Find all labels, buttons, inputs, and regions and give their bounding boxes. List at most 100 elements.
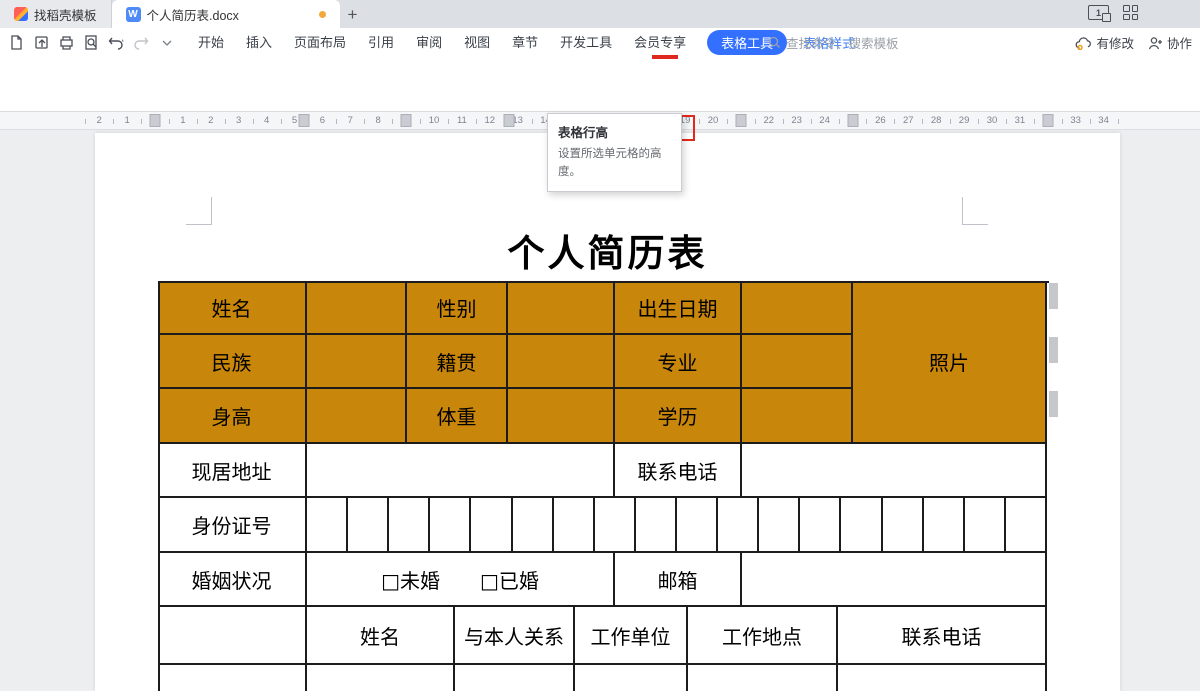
- id-digit-cell[interactable]: [554, 498, 595, 553]
- table-cell[interactable]: [838, 665, 1047, 691]
- ruler-column-marker[interactable]: [847, 114, 858, 127]
- id-digit-cell[interactable]: [471, 498, 513, 553]
- cloud-sync-status[interactable]: 有修改: [1075, 33, 1134, 52]
- table-cell-label[interactable]: 籍贯: [407, 335, 508, 389]
- id-digit-cell[interactable]: [636, 498, 677, 553]
- table-cell[interactable]: [508, 335, 615, 389]
- id-digit-cell[interactable]: [924, 498, 965, 553]
- table-cell[interactable]: [742, 444, 1047, 498]
- table-cell-label[interactable]: 民族: [158, 335, 307, 389]
- ruler-tick: 33: [1070, 115, 1081, 126]
- customize-toolbar-icon[interactable]: [156, 32, 177, 53]
- print-icon[interactable]: [56, 32, 77, 53]
- table-cell-label[interactable]: 工作地点: [688, 607, 838, 665]
- menu-item[interactable]: 插入: [235, 28, 283, 57]
- table-cell-photo[interactable]: 照片: [853, 281, 1047, 444]
- menu-item[interactable]: 开发工具: [549, 28, 623, 57]
- collaborate-person-icon: [1148, 36, 1162, 49]
- document-page[interactable]: 个人简历表 姓名 性别 出生日期 民族 籍贯 专业 身高 体重 学历 照片 现居地址 联系电话 身份证号…: [95, 133, 1120, 691]
- id-digit-cell[interactable]: [513, 498, 554, 553]
- table-cell[interactable]: [307, 665, 455, 691]
- id-digit-cell[interactable]: [883, 498, 924, 553]
- tab-docer-templates[interactable]: 找稻壳模板: [0, 0, 112, 28]
- table-cell-label[interactable]: 姓名: [307, 607, 455, 665]
- menu-item[interactable]: 页面布局: [283, 28, 357, 57]
- menu-item[interactable]: 审阅: [405, 28, 453, 57]
- ruler-column-marker[interactable]: [400, 114, 412, 127]
- ruler-column-marker[interactable]: [1042, 114, 1054, 127]
- id-digit-cell[interactable]: [595, 498, 636, 553]
- id-digit-cell[interactable]: [718, 498, 759, 553]
- table-cell-label[interactable]: 邮箱: [615, 553, 742, 607]
- single-window-mode-icon[interactable]: 1: [1088, 5, 1111, 22]
- menu-item[interactable]: 开始: [187, 28, 235, 57]
- table-cell[interactable]: [455, 665, 575, 691]
- table-cell[interactable]: [307, 444, 615, 498]
- table-cell-label[interactable]: 联系电话: [615, 444, 742, 498]
- print-preview-icon[interactable]: [81, 32, 102, 53]
- ruler-column-marker[interactable]: [149, 114, 161, 127]
- table-cell-label[interactable]: 身份证号: [158, 498, 307, 553]
- row-resize-handle[interactable]: [1049, 391, 1058, 417]
- table-cell-label[interactable]: 婚姻状况: [158, 553, 307, 607]
- table-cell-label[interactable]: 工作单位: [575, 607, 688, 665]
- table-cell[interactable]: [688, 665, 838, 691]
- table-cell-label[interactable]: 学历: [615, 389, 742, 444]
- id-digit-cell[interactable]: [348, 498, 389, 553]
- redo-icon[interactable]: [131, 32, 152, 53]
- tab-document[interactable]: W 个人简历表.docx: [111, 0, 340, 28]
- table-cell[interactable]: [307, 389, 407, 444]
- table-cell[interactable]: [158, 665, 307, 691]
- id-digit-cell[interactable]: [307, 498, 348, 553]
- table-cell-label[interactable]: 体重: [407, 389, 508, 444]
- table-cell-label[interactable]: □未婚 □已婚: [307, 553, 615, 607]
- table-cell[interactable]: [575, 665, 688, 691]
- table-cell[interactable]: [742, 553, 1047, 607]
- table-cell-label[interactable]: 现居地址: [158, 444, 307, 498]
- row-resize-handle[interactable]: [1049, 283, 1058, 309]
- table-cell-label[interactable]: 专业: [615, 335, 742, 389]
- menu-item[interactable]: 章节: [501, 28, 549, 57]
- table-cell[interactable]: [307, 335, 407, 389]
- id-digit-cell[interactable]: [965, 498, 1006, 553]
- menu-item[interactable]: 会员专享: [623, 28, 697, 57]
- row-resize-handle[interactable]: [1049, 337, 1058, 363]
- ruler-column-marker[interactable]: [735, 114, 747, 127]
- menu-item[interactable]: 引用: [357, 28, 405, 57]
- export-pdf-icon[interactable]: [31, 32, 52, 53]
- collaborate-button[interactable]: 协作: [1148, 33, 1192, 52]
- table-cell[interactable]: [508, 389, 615, 444]
- ruler-tick: [168, 119, 170, 124]
- app-grid-icon[interactable]: [1123, 5, 1138, 20]
- menu-bar: 开始 插入 页面布局 引用 审阅 视图 章节 开发工具 会员专享 表格工具 表格样式 查找命令、…: [0, 28, 1200, 57]
- table-cell-label[interactable]: 联系电话: [838, 607, 1047, 665]
- id-digit-cell[interactable]: [759, 498, 800, 553]
- document-title[interactable]: 个人简历表: [95, 223, 1120, 277]
- id-digit-cell[interactable]: [841, 498, 883, 553]
- table-cell[interactable]: [158, 607, 307, 665]
- table-cell[interactable]: [508, 281, 615, 335]
- table-cell[interactable]: [742, 335, 853, 389]
- command-search-box[interactable]: 查找命令、搜索模板: [768, 28, 899, 57]
- id-digit-cell[interactable]: [677, 498, 718, 553]
- id-digit-cell[interactable]: [389, 498, 430, 553]
- table-cell-label[interactable]: 与本人关系: [455, 607, 575, 665]
- table-cell-label[interactable]: 出生日期: [615, 281, 742, 335]
- table-cell-label[interactable]: 身高: [158, 389, 307, 444]
- table-cell[interactable]: [742, 389, 853, 444]
- table-cell[interactable]: [742, 281, 853, 335]
- new-tab-button[interactable]: +: [340, 2, 366, 28]
- id-digit-cell[interactable]: [800, 498, 841, 553]
- undo-icon[interactable]: [106, 32, 127, 53]
- id-digit-cell[interactable]: [1006, 498, 1047, 553]
- table-cell-label[interactable]: 姓名: [158, 281, 307, 335]
- table-cell-label[interactable]: 性别: [407, 281, 508, 335]
- new-document-icon[interactable]: [6, 32, 27, 53]
- table-cell[interactable]: [307, 281, 407, 335]
- ruler-column-marker[interactable]: [298, 114, 310, 127]
- search-placeholder: 查找命令、搜索模板: [786, 37, 899, 51]
- ruler-tick: 27: [903, 115, 914, 126]
- ruler-column-marker[interactable]: [503, 114, 515, 127]
- id-digit-cell[interactable]: [430, 498, 471, 553]
- menu-item[interactable]: 视图: [453, 28, 501, 57]
